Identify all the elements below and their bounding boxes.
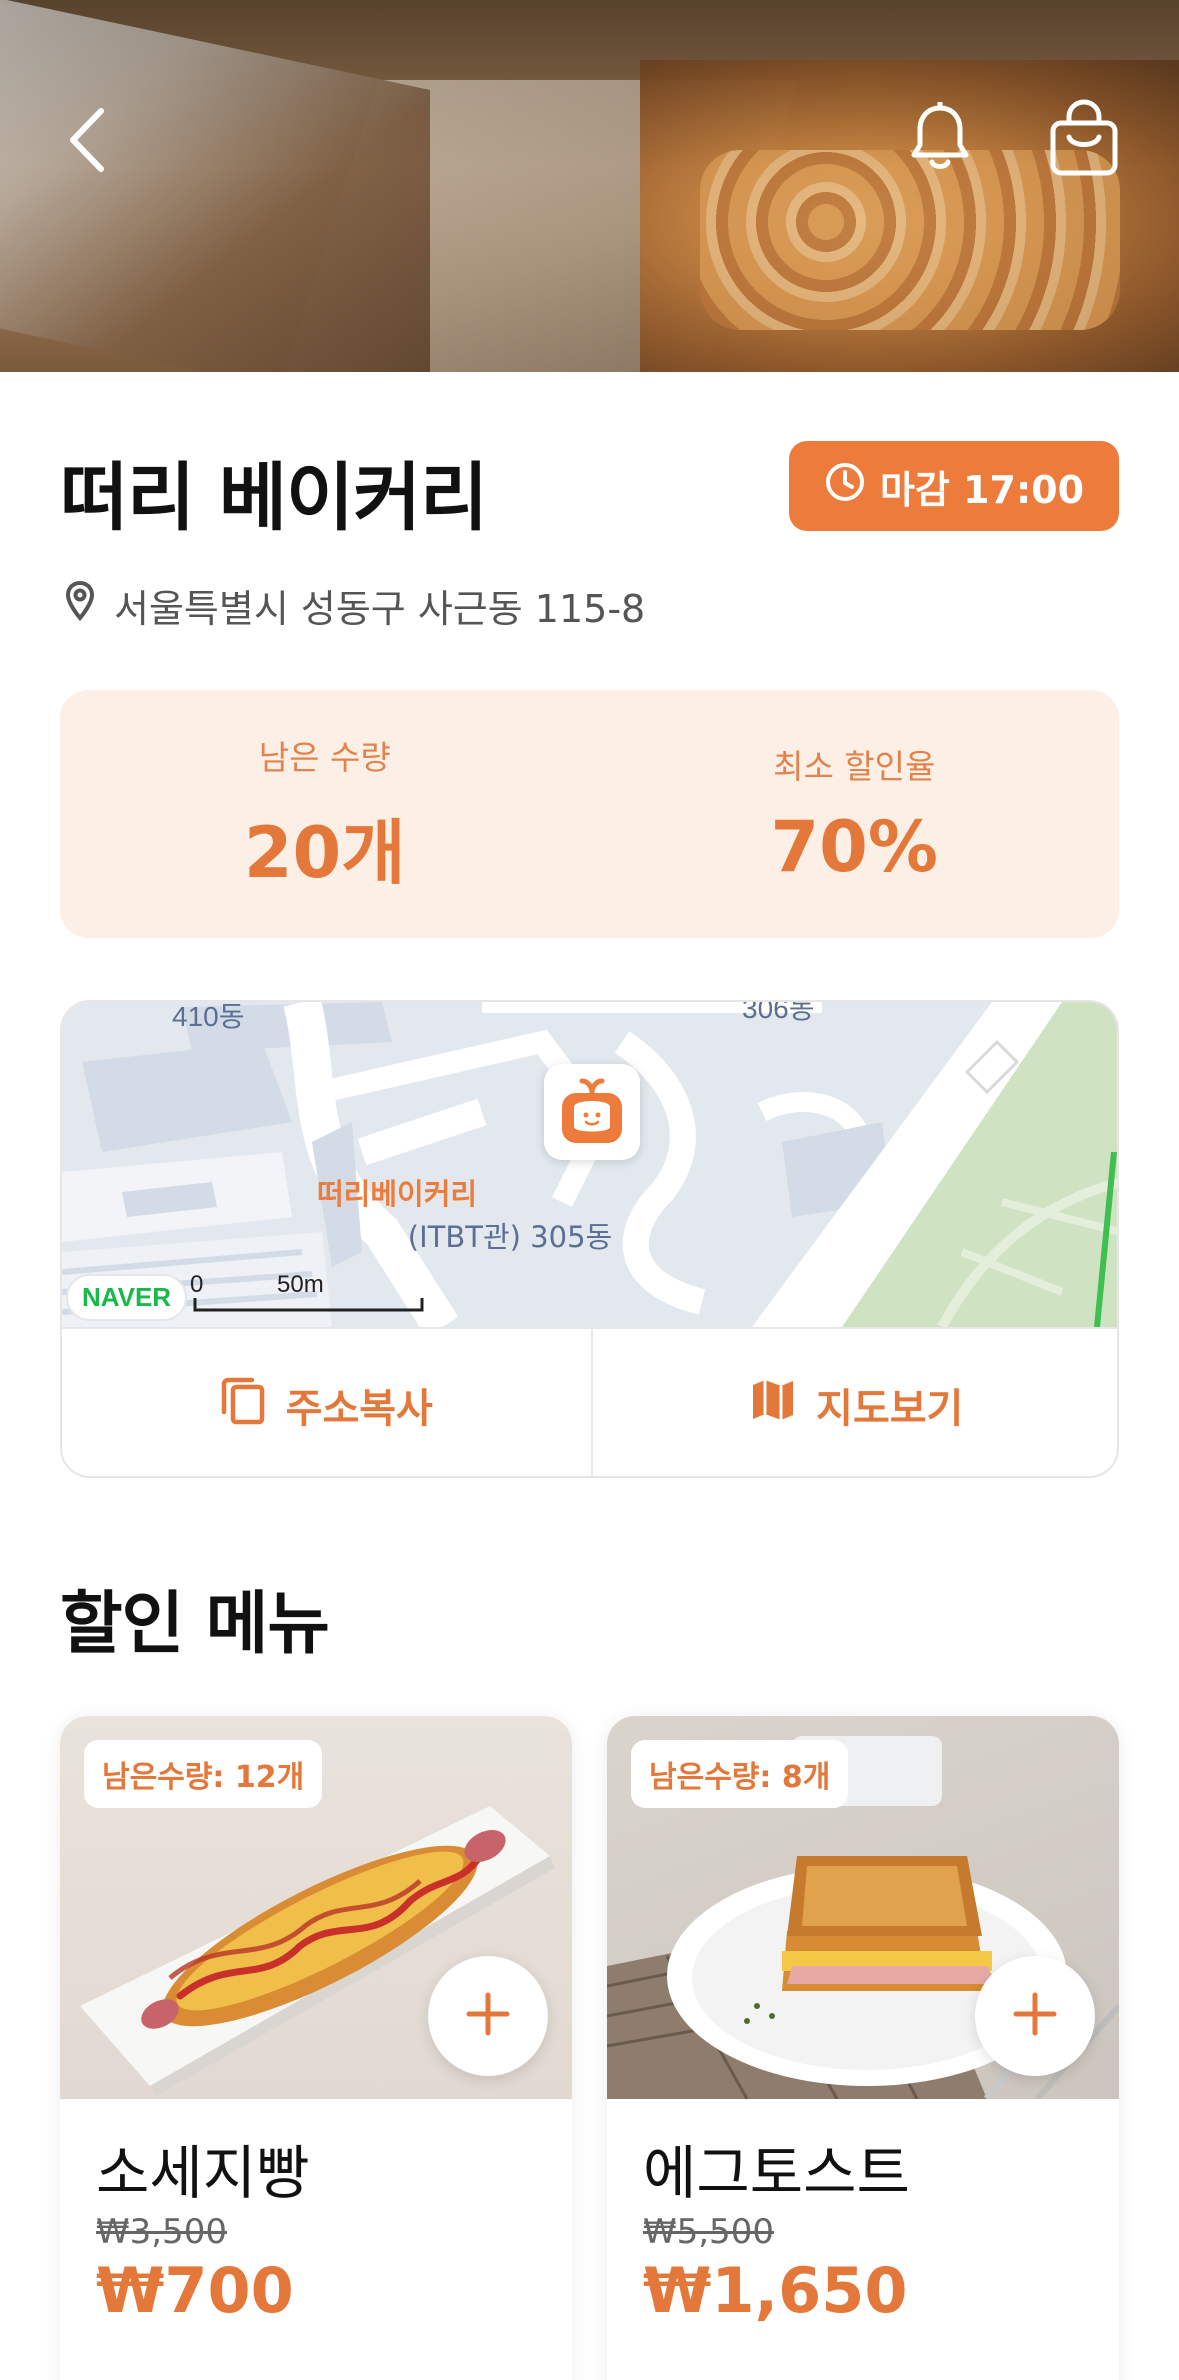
- clock-icon: [824, 461, 866, 512]
- discount-stat: 최소 할인율 70%: [590, 690, 1120, 938]
- remaining-value: 20개: [243, 811, 406, 894]
- plus-icon: [465, 1991, 511, 2041]
- menu-item-original-price: ₩3,500: [96, 2212, 227, 2252]
- remaining-label: 남은 수량: [258, 737, 391, 777]
- cart-button[interactable]: [1042, 96, 1126, 180]
- menu-item-image: 남은수량: 12개: [60, 1716, 572, 2099]
- hero-image: [0, 0, 1179, 372]
- map-view[interactable]: 410동 306동 떠리베이커리 (ITBT관) 305동 0 50m NAVE…: [62, 1002, 1117, 1327]
- discount-value: 70%: [770, 806, 939, 888]
- closing-time-badge: 마감 17:00: [789, 441, 1119, 531]
- remaining-stat: 남은 수량 20개: [60, 690, 590, 938]
- menu-card[interactable]: 남은수량: 12개 소세지빵 ₩3,500 ₩700: [60, 1716, 572, 2380]
- scale-end-label: 50m: [277, 1271, 324, 1298]
- closing-time-label: 마감 17:00: [879, 467, 1085, 512]
- menu-item-price: ₩700: [96, 2254, 294, 2327]
- store-address: 서울특별시 성동구 사근동 115-8: [64, 578, 645, 633]
- map-label-306: 306동: [742, 1002, 814, 1024]
- location-pin-icon: [64, 580, 96, 631]
- copy-icon: [220, 1374, 266, 1436]
- add-to-cart-button[interactable]: [428, 1956, 548, 2076]
- add-to-cart-button[interactable]: [975, 1956, 1095, 2076]
- menu-item-price: ₩1,650: [643, 2254, 908, 2327]
- menu-item-name: 에그토스트: [643, 2139, 910, 2207]
- menu-card[interactable]: 남은수량: 8개 에그토스트 ₩5,500 ₩1,650: [607, 1716, 1119, 2380]
- naver-logo: NAVER: [66, 1274, 188, 1321]
- discount-label: 최소 할인율: [773, 747, 936, 786]
- map-actions: 주소복사 지도보기: [62, 1327, 1118, 1476]
- stock-badge: 남은수량: 8개: [631, 1740, 849, 1808]
- back-button[interactable]: [52, 100, 122, 180]
- marker-store-label: 떠리베이커리: [317, 1177, 477, 1211]
- view-map-label: 지도보기: [816, 1385, 964, 1432]
- notification-button[interactable]: [900, 98, 980, 178]
- store-name: 떠리 베이커리: [60, 455, 488, 541]
- shopping-bag-icon: [1049, 99, 1119, 177]
- menu-item-name: 소세지빵: [96, 2139, 310, 2207]
- address-text: 서울특별시 성동구 사근동 115-8: [114, 587, 646, 631]
- bakery-marker-icon[interactable]: [544, 1064, 640, 1160]
- plus-icon: [1012, 1991, 1058, 2041]
- section-title: 할인 메뉴: [60, 1585, 330, 1664]
- menu-item-original-price: ₩5,500: [643, 2212, 774, 2252]
- stock-badge: 남은수량: 12개: [84, 1740, 323, 1808]
- map-building-label: (ITBT관) 305동: [408, 1220, 612, 1254]
- map-label-410: 410동: [172, 1002, 244, 1032]
- bell-icon: [909, 102, 971, 174]
- copy-address-label: 주소복사: [285, 1385, 433, 1432]
- menu-item-image: 남은수량: 8개: [607, 1716, 1119, 2099]
- view-map-button[interactable]: 지도보기: [590, 1329, 1118, 1476]
- back-arrow-icon: [67, 107, 107, 173]
- map-icon: [750, 1377, 796, 1433]
- stats-panel: 남은 수량 20개 최소 할인율 70%: [60, 690, 1119, 938]
- copy-address-button[interactable]: 주소복사: [62, 1329, 591, 1476]
- map-card: 410동 306동 떠리베이커리 (ITBT관) 305동 0 50m NAVE…: [60, 1000, 1119, 1478]
- scale-zero-label: 0: [190, 1271, 203, 1298]
